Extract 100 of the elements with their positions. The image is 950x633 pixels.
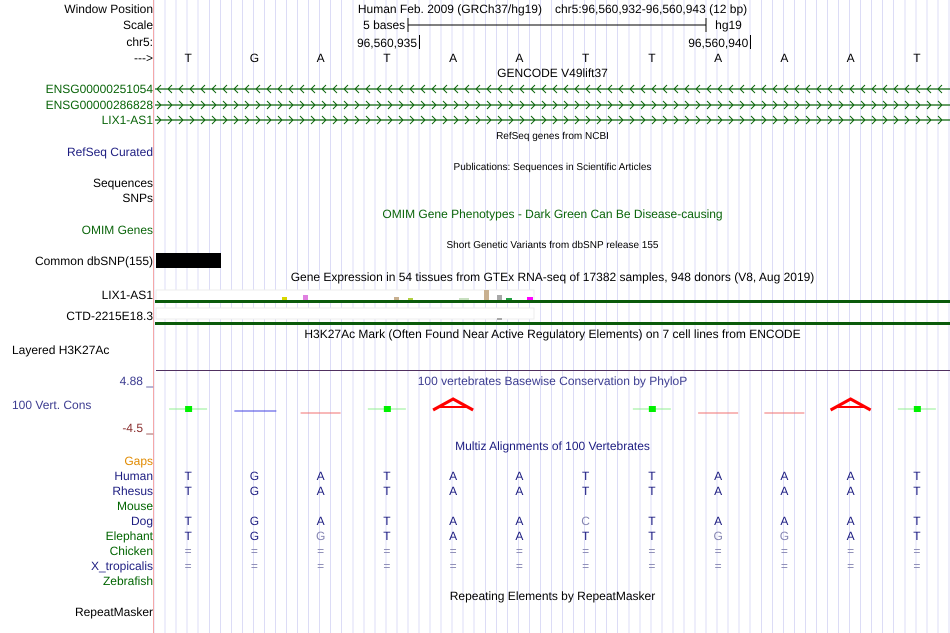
conservation-line xyxy=(234,410,277,412)
track-title: RefSeq genes from NCBI xyxy=(496,130,609,142)
aligned-base: T xyxy=(912,528,922,542)
gene-label[interactable]: ENSG00000286828 xyxy=(46,98,153,112)
conservation-point xyxy=(367,406,406,412)
species-label: Chicken xyxy=(110,544,153,558)
aligned-base: A xyxy=(846,528,856,542)
row-label: ---> xyxy=(134,50,153,64)
track-label[interactable]: RepeatMasker xyxy=(74,604,153,618)
row-label: chr5: xyxy=(126,34,153,48)
aligned-base: C xyxy=(580,514,591,528)
aligned-base: = xyxy=(316,544,326,558)
base-letter: A xyxy=(846,50,856,64)
conservation-line xyxy=(300,412,342,414)
aligned-base: G xyxy=(248,468,260,482)
conservation-line xyxy=(698,412,739,414)
track-title: Gene Expression in 54 tissues from GTEx RNA-seq of 17382 samples, 948 donors (V8, Aug 2019) xyxy=(290,270,814,284)
aligned-base: = xyxy=(912,544,922,558)
base-letter: A xyxy=(713,50,724,64)
track-label[interactable]: RefSeq Curated xyxy=(66,144,153,158)
aligned-base: T xyxy=(183,468,193,482)
aligned-base: A xyxy=(846,514,856,528)
aligned-base: T xyxy=(580,468,590,482)
gene-label[interactable]: LIX1-AS1 xyxy=(102,288,153,302)
aligned-base: T xyxy=(183,528,193,542)
aligned-base: = xyxy=(316,558,326,572)
aligned-base: = xyxy=(647,544,656,558)
base-letter: A xyxy=(448,50,458,64)
aligned-base: = xyxy=(382,544,392,558)
axis-min-label: -4.5 _ xyxy=(122,421,153,435)
aligned-base: A xyxy=(448,514,458,528)
conservation-line xyxy=(764,412,805,414)
assembly-title: Human Feb. 2009 (GRCh37/hg19) xyxy=(358,2,542,16)
aligned-base: A xyxy=(316,514,326,528)
track-title: 100 vertebrates Basewise Conservation by PhyloP xyxy=(418,374,688,388)
conservation-point xyxy=(897,406,936,412)
aligned-base: A xyxy=(316,468,326,482)
base-letter: T xyxy=(580,50,590,64)
aligned-base: A xyxy=(514,468,524,482)
base-letter: T xyxy=(647,50,657,64)
track-label[interactable]: SNPs xyxy=(122,191,153,205)
gene-label[interactable]: CTD-2215E18.3 xyxy=(66,308,153,322)
coordinate-tick: 96,560,935 xyxy=(356,34,420,48)
aligned-base: = xyxy=(846,558,856,572)
aligned-base: A xyxy=(779,514,790,528)
aligned-base: G xyxy=(248,528,260,542)
base-letter: T xyxy=(912,50,922,64)
aligned-base: T xyxy=(647,468,657,482)
gene-label[interactable]: LIX1-AS1 xyxy=(102,113,153,127)
aligned-base: = xyxy=(780,558,789,572)
track-title: GENCODE V49lift37 xyxy=(497,66,608,80)
base-letter: A xyxy=(779,50,790,64)
track-label[interactable]: 100 Vert. Cons xyxy=(0,398,92,412)
aligned-base: A xyxy=(448,468,458,482)
scale-length: 5 bases xyxy=(363,18,406,32)
conservation-point xyxy=(632,406,672,412)
aligned-base: = xyxy=(714,544,723,558)
row-label: Window Position xyxy=(64,2,153,16)
track-label[interactable]: OMIM Genes xyxy=(82,222,153,236)
track-label[interactable]: Common dbSNP(155) xyxy=(34,254,153,268)
aligned-base: T xyxy=(382,484,392,498)
aligned-base: = xyxy=(184,544,193,558)
track-label[interactable]: Sequences xyxy=(92,176,153,190)
aligned-base: A xyxy=(846,468,856,482)
track-title: Multiz Alignments of 100 Vertebrates xyxy=(455,438,650,452)
track-label[interactable]: Layered H3K27Ac xyxy=(12,342,110,356)
aligned-base: = xyxy=(581,544,590,558)
track-title: OMIM Gene Phenotypes - Dark Green Can Be Disease-causing xyxy=(382,207,723,221)
assembly-label: hg19 xyxy=(715,18,742,32)
species-label: Dog xyxy=(130,514,153,528)
aligned-base: T xyxy=(647,514,657,528)
base-letter: G xyxy=(248,50,260,64)
aligned-base: = xyxy=(647,558,656,572)
track-title: Repeating Elements by RepeatMasker xyxy=(450,589,656,603)
aligned-base: G xyxy=(314,528,326,542)
aligned-base: = xyxy=(250,558,259,572)
aligned-base: = xyxy=(912,558,922,572)
aligned-base: = xyxy=(581,558,590,572)
axis-max-label: 4.88 _ xyxy=(120,374,153,388)
aligned-base: T xyxy=(580,528,590,542)
gene-label[interactable]: ENSG00000251054 xyxy=(46,82,153,96)
base-letter: T xyxy=(382,50,392,64)
aligned-base: = xyxy=(846,544,856,558)
aligned-base: T xyxy=(912,468,922,482)
conservation-point xyxy=(168,406,208,412)
species-label: Elephant xyxy=(106,528,153,542)
species-label: Zebrafish xyxy=(102,574,153,588)
variant-bar[interactable] xyxy=(156,253,221,268)
aligned-base: T xyxy=(912,484,922,498)
aligned-base: = xyxy=(780,544,789,558)
base-letter: A xyxy=(316,50,326,64)
conservation-peak xyxy=(432,397,474,412)
aligned-base: A xyxy=(448,528,458,542)
aligned-base: A xyxy=(779,468,790,482)
species-label: X_tropicalis xyxy=(90,558,153,572)
aligned-base: = xyxy=(514,544,524,558)
aligned-base: T xyxy=(183,514,193,528)
aligned-base: T xyxy=(382,514,392,528)
species-label: Human xyxy=(114,468,153,482)
aligned-base: T xyxy=(647,528,657,542)
